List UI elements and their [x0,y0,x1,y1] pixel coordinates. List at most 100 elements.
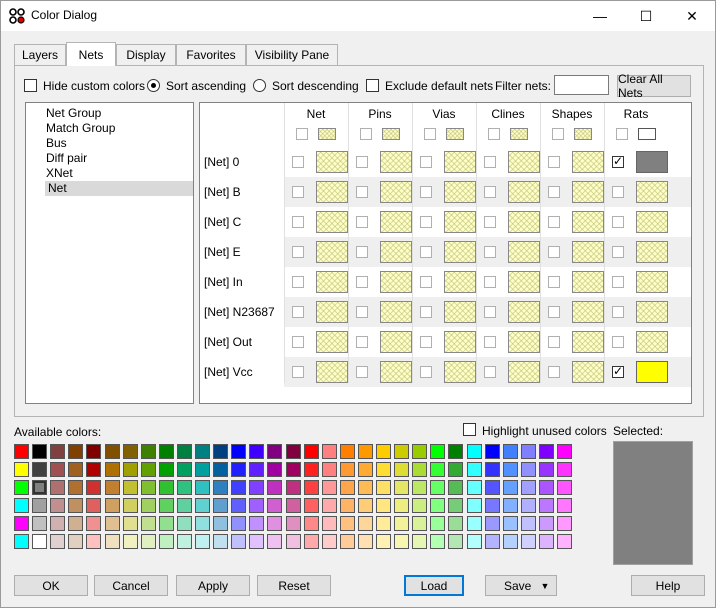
palette-color-cell[interactable] [213,516,228,531]
maximize-button[interactable]: ☐ [623,1,669,31]
palette-color-cell[interactable] [14,516,29,531]
palette-color-cell[interactable] [376,534,391,549]
palette-color-cell[interactable] [32,534,47,549]
palette-color-cell[interactable] [213,480,228,495]
palette-color-cell[interactable] [123,516,138,531]
cell-checkbox-rats[interactable] [612,216,624,228]
cell-checkbox-pins[interactable] [356,216,368,228]
palette-color-cell[interactable] [485,498,500,513]
cell-color-swatch-shapes[interactable] [572,181,604,203]
cell-checkbox-net[interactable] [292,186,304,198]
palette-color-cell[interactable] [14,534,29,549]
ok-button[interactable]: OK [14,575,88,596]
cell-color-swatch-pins[interactable] [380,211,412,233]
palette-color-cell[interactable] [376,462,391,477]
cell-color-swatch-vias[interactable] [444,211,476,233]
cell-color-swatch-pins[interactable] [380,331,412,353]
palette-color-cell[interactable] [358,516,373,531]
cell-color-swatch-net[interactable] [316,361,348,383]
cell-checkbox-clines[interactable] [484,246,496,258]
cell-checkbox-pins[interactable] [356,156,368,168]
cell-checkbox-shapes[interactable] [548,216,560,228]
palette-color-cell[interactable] [68,534,83,549]
palette-color-cell[interactable] [68,498,83,513]
palette-color-cell[interactable] [322,534,337,549]
cell-color-swatch-net[interactable] [316,301,348,323]
palette-color-cell[interactable] [394,444,409,459]
palette-color-cell[interactable] [322,444,337,459]
palette-color-cell[interactable] [159,462,174,477]
cell-checkbox-net[interactable] [292,366,304,378]
palette-color-cell[interactable] [195,498,210,513]
cell-color-swatch-clines[interactable] [508,241,540,263]
palette-color-cell[interactable] [394,534,409,549]
palette-color-cell[interactable] [14,444,29,459]
palette-color-cell[interactable] [430,444,445,459]
cell-color-swatch-shapes[interactable] [572,301,604,323]
palette-color-cell[interactable] [68,444,83,459]
palette-color-cell[interactable] [503,444,518,459]
cell-color-swatch-vias[interactable] [444,301,476,323]
column-checkbox-vias[interactable] [424,128,436,140]
cell-color-swatch-net[interactable] [316,181,348,203]
palette-color-cell[interactable] [123,534,138,549]
palette-color-cell[interactable] [485,516,500,531]
palette-color-cell[interactable] [448,516,463,531]
palette-color-cell[interactable] [376,498,391,513]
cell-color-swatch-rats[interactable] [636,241,668,263]
palette-color-cell[interactable] [412,462,427,477]
cell-checkbox-vias[interactable] [420,306,432,318]
palette-color-cell[interactable] [105,462,120,477]
palette-color-cell[interactable] [539,444,554,459]
exclude-default-nets-checkbox[interactable] [366,79,379,92]
column-color-swatch-rats[interactable] [638,128,656,140]
cell-checkbox-rats[interactable] [612,306,624,318]
cell-checkbox-shapes[interactable] [548,186,560,198]
highlight-unused-colors-checkbox[interactable] [463,423,476,436]
cell-checkbox-rats[interactable] [612,154,624,168]
cell-color-swatch-vias[interactable] [444,181,476,203]
cell-color-swatch-pins[interactable] [380,271,412,293]
palette-color-cell[interactable] [159,498,174,513]
palette-color-cell[interactable] [304,444,319,459]
palette-color-cell[interactable] [485,444,500,459]
cell-checkbox-clines[interactable] [484,366,496,378]
palette-color-cell[interactable] [86,498,101,513]
palette-color-cell[interactable] [32,498,47,513]
palette-color-cell[interactable] [340,480,355,495]
palette-color-cell[interactable] [376,480,391,495]
palette-color-cell[interactable] [123,498,138,513]
cell-checkbox-vias[interactable] [420,366,432,378]
palette-color-cell[interactable] [68,516,83,531]
palette-color-cell[interactable] [322,516,337,531]
palette-color-cell[interactable] [231,498,246,513]
palette-color-cell[interactable] [177,516,192,531]
palette-color-cell[interactable] [195,516,210,531]
palette-color-cell[interactable] [358,444,373,459]
column-color-swatch-vias[interactable] [446,128,464,140]
cell-color-swatch-shapes[interactable] [572,151,604,173]
palette-color-cell[interactable] [249,534,264,549]
cell-checkbox-net[interactable] [292,306,304,318]
column-color-swatch-net[interactable] [318,128,336,140]
palette-color-cell[interactable] [231,480,246,495]
help-button[interactable]: Help [631,575,705,596]
palette-color-cell[interactable] [539,534,554,549]
palette-color-cell[interactable] [358,480,373,495]
cell-color-swatch-vias[interactable] [444,151,476,173]
cell-checkbox-vias[interactable] [420,246,432,258]
cell-color-swatch-rats[interactable] [636,301,668,323]
palette-color-cell[interactable] [467,462,482,477]
cell-color-swatch-rats[interactable] [636,331,668,353]
palette-color-cell[interactable] [249,498,264,513]
cell-color-swatch-clines[interactable] [508,331,540,353]
apply-button[interactable]: Apply [176,575,250,596]
palette-color-cell[interactable] [394,498,409,513]
sort-ascending-radio[interactable] [147,79,160,92]
cell-color-swatch-clines[interactable] [508,271,540,293]
palette-color-cell[interactable] [14,498,29,513]
cell-color-swatch-shapes[interactable] [572,271,604,293]
palette-color-cell[interactable] [213,462,228,477]
palette-color-cell[interactable] [539,480,554,495]
cell-color-swatch-net[interactable] [316,331,348,353]
